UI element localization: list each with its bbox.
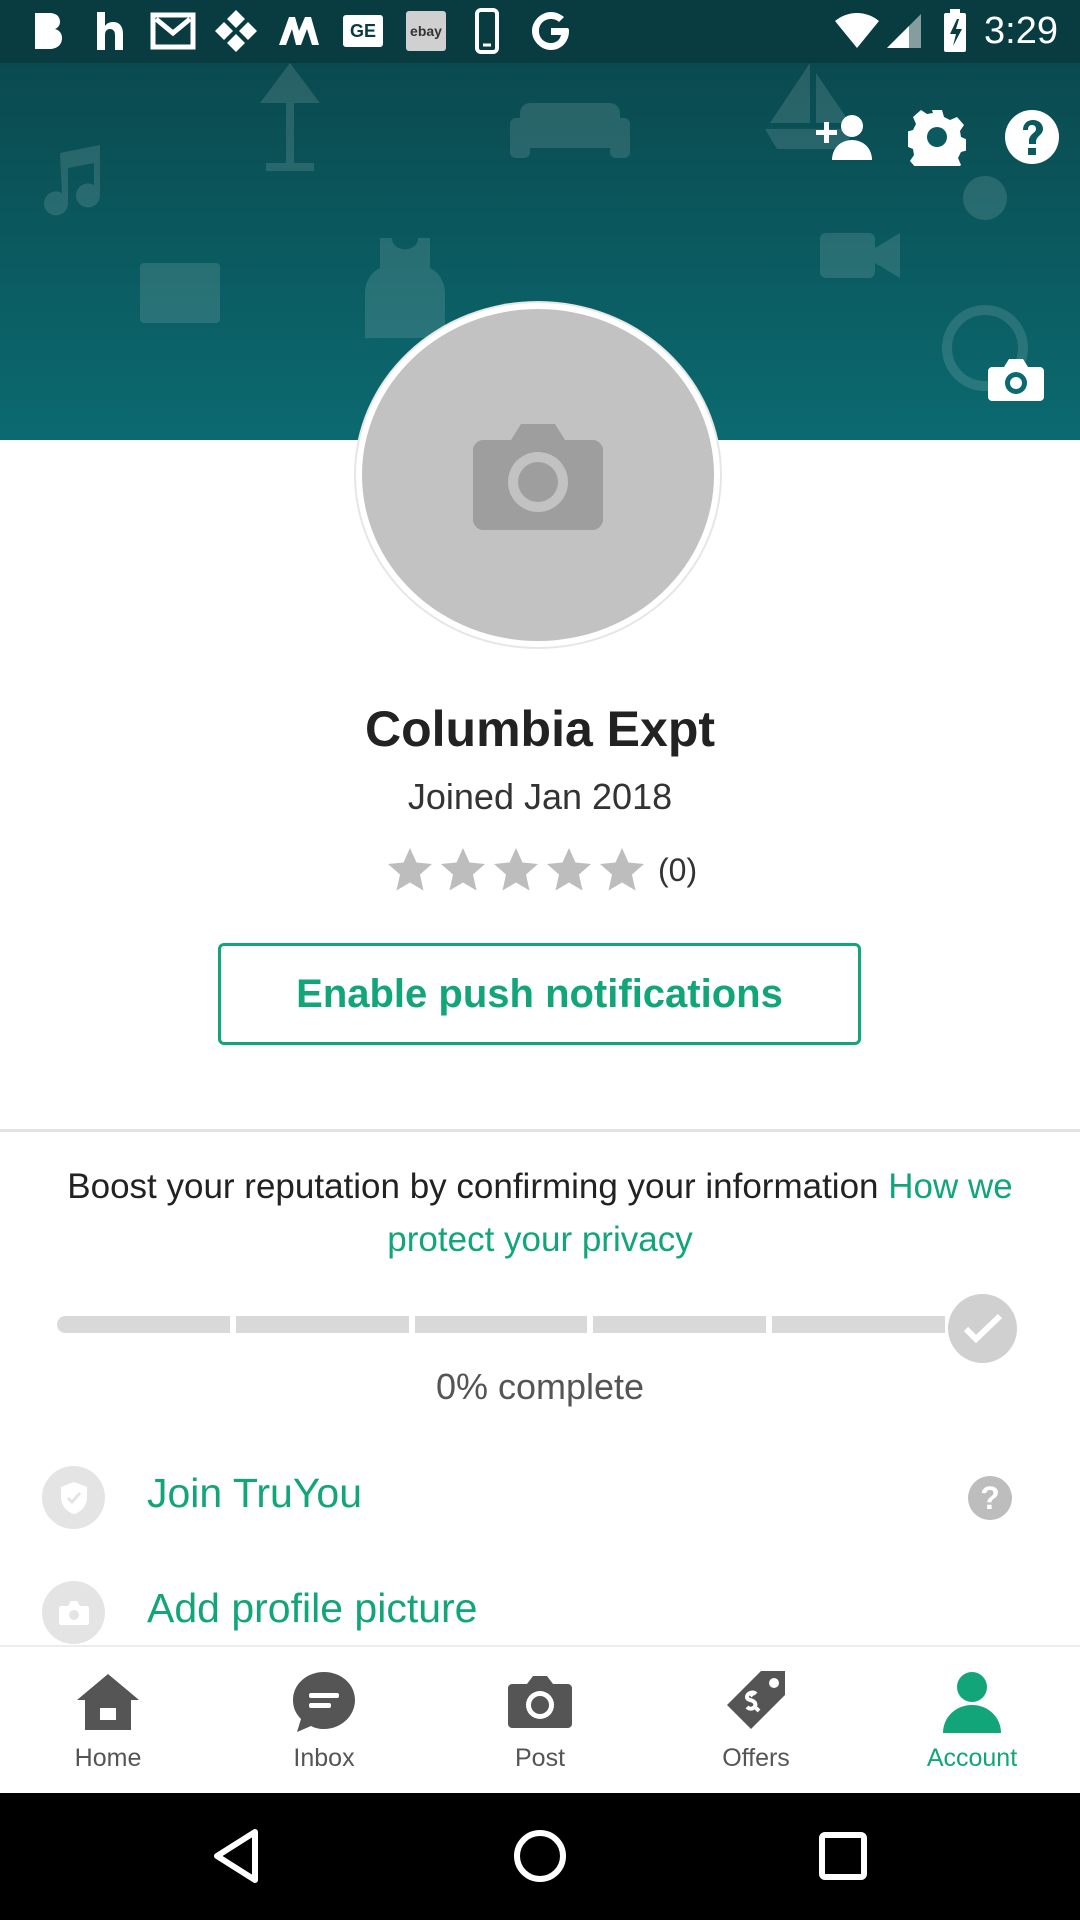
app-screen: GE ebay 3:29 Columbia Expt Joined Jan 20… [0,0,1080,1920]
settings-button[interactable] [905,105,969,169]
camera-icon [505,1669,575,1735]
nav-label: Post [514,1744,566,1772]
task-label: Add profile picture [147,1585,478,1631]
add-person-icon [816,115,872,160]
four-square-icon [212,10,260,52]
camera-icon [42,1581,105,1644]
progress-percent: 0% complete [435,1366,645,1407]
truyou-help-icon[interactable]: ? [968,1476,1012,1520]
nav-label: Account [926,1744,1018,1772]
nav-home[interactable]: Home [0,1647,216,1793]
nav-offers[interactable]: Offers [648,1647,864,1793]
section-divider [0,1129,1080,1132]
nav-label: Offers [722,1744,790,1772]
m-icon [276,10,322,52]
nav-label: Home [74,1744,142,1772]
progress-segment [772,1316,945,1333]
change-cover-photo-button[interactable] [984,348,1048,412]
music-note-icon [44,145,101,216]
add-friend-button[interactable] [810,105,874,169]
mail-icon [149,10,197,52]
rating-stars: (0) [385,843,697,897]
nav-inbox[interactable]: Inbox [216,1647,432,1793]
star-icon [494,848,538,891]
checkmark-icon [963,1313,1002,1343]
sofa-icon [510,103,630,158]
star-icon [441,848,485,891]
ebay-icon: ebay [405,10,447,52]
task-add-profile-picture[interactable]: Add profile picture [0,1567,1080,1657]
chat-bubble-icon [289,1669,359,1735]
back-button[interactable] [203,1823,269,1889]
system-navigation-bar [0,1793,1080,1920]
recents-button[interactable] [810,1823,876,1889]
progress-segment [414,1316,588,1333]
status-time: 3:29 [984,10,1058,52]
reputation-prompt: Boost your reputation by confirming your… [67,1167,879,1206]
profile-name: Columbia Expt [364,701,716,757]
square-recents-icon [819,1832,867,1880]
nav-post[interactable]: Post [432,1647,648,1793]
home-system-button[interactable] [507,1823,573,1889]
bottom-navigation: Home Inbox Post Offers Account [0,1645,1080,1793]
ebay-icon-text: ebay [406,11,446,51]
gear-icon [908,110,966,166]
reputation-progress-bar [57,1316,945,1333]
video-camera-icon [820,233,900,278]
circle-home-icon [514,1830,566,1882]
wifi-icon [832,10,882,52]
progress-segment [57,1316,230,1333]
ge-icon-text: GE [343,15,383,47]
price-tag-icon [721,1669,791,1735]
back-icon [214,1829,258,1883]
joined-date: Joined Jan 2018 [407,776,673,817]
profile-avatar[interactable] [356,303,720,647]
shield-check-icon [42,1466,105,1529]
reputation-text: Boost your reputation by confirming your… [50,1160,1030,1266]
battery-charging-icon [940,9,970,52]
star-icon [547,848,591,891]
home-icon [73,1669,143,1735]
ge-icon: GE [342,10,384,52]
star-icon [600,848,644,891]
tank-top-icon [365,238,445,338]
help-icon [1005,110,1059,164]
watch-icon [963,176,1007,220]
task-label: Join TruYou [147,1470,363,1516]
enable-push-notifications-button[interactable]: Enable push notifications [218,943,861,1045]
task-join-truyou[interactable]: Join TruYou ? [0,1452,1080,1542]
b-icon [28,10,68,52]
h-icon [90,10,130,52]
g-icon [528,10,574,52]
status-bar: GE ebay 3:29 [0,0,1080,63]
phone-icon [472,8,502,54]
progress-segment [235,1316,409,1333]
signal-icon [884,10,924,52]
nav-account[interactable]: Account [864,1647,1080,1793]
help-button[interactable] [1000,105,1064,169]
progress-complete-badge [948,1294,1017,1363]
camera-icon [473,424,603,530]
envelope-icon [140,263,220,323]
nav-label: Inbox [293,1744,355,1772]
rating-count: (0) [658,851,698,888]
person-icon [937,1669,1007,1735]
star-icon [388,848,432,891]
camera-icon [988,359,1044,401]
lamp-icon [260,63,320,171]
progress-segment [593,1316,767,1333]
